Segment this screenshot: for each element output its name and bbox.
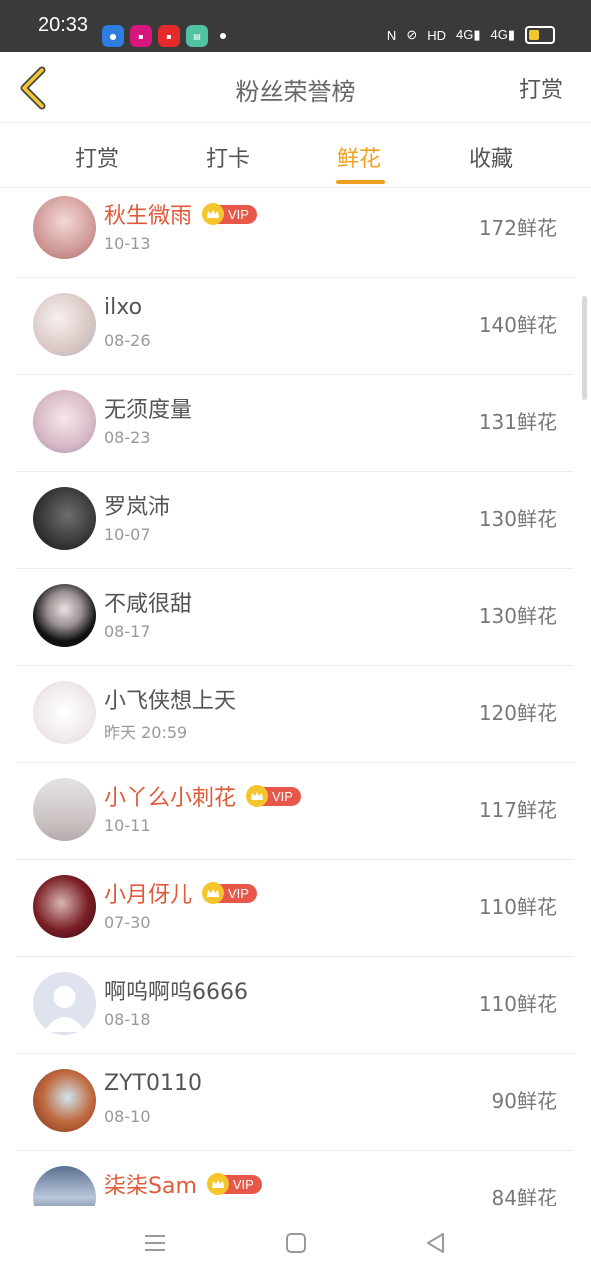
app-notification-icon: ▤ [186, 25, 208, 47]
list-item-date: 08-23 [104, 428, 151, 447]
user-name: 小月伢儿 VIP [104, 877, 257, 909]
user-name: 啊呜啊呜6666 [104, 980, 248, 1005]
avatar[interactable] [33, 487, 96, 550]
nfc-icon: N [386, 27, 397, 43]
flower-count: 130鲜花 [478, 507, 557, 531]
app-notification-icon: ▪ [158, 25, 180, 47]
list-item-date: 08-10 [104, 1107, 151, 1126]
tab-bar: 打赏 打卡 鲜花 收藏 [0, 123, 591, 188]
battery-icon [525, 26, 555, 44]
back-triangle-icon[interactable] [423, 1230, 449, 1256]
reward-button[interactable]: 打赏 [519, 72, 563, 104]
list-item[interactable]: 小月伢儿 VIP 07-30 110鲜花 [16, 859, 574, 957]
list-item[interactable]: ZYT0110 08-10 90鲜花 [16, 1053, 574, 1151]
avatar[interactable] [33, 1166, 96, 1206]
list-item-date: 10-13 [104, 234, 151, 253]
list-item[interactable]: ilxo 08-26 140鲜花 [16, 277, 574, 375]
user-name: ilxo [104, 295, 143, 320]
status-bar: 20:33 ● ▪ ▪ ▤ N ⊘ HD 4G▮ 4G▮ [0, 0, 591, 52]
tab-favorites[interactable]: 收藏 [469, 141, 513, 173]
menu-icon[interactable] [142, 1230, 168, 1256]
list-item-date: 10-11 [104, 816, 151, 835]
status-time: 20:33 [38, 14, 89, 36]
avatar[interactable] [33, 293, 96, 356]
home-icon[interactable] [283, 1230, 309, 1256]
signal-icon: 4G▮ [456, 27, 481, 42]
list-item-date: 08-17 [104, 622, 151, 641]
tab-flowers[interactable]: 鲜花 [337, 141, 381, 173]
avatar[interactable] [33, 681, 96, 744]
vip-badge: VIP [206, 1173, 262, 1195]
user-name: 小丫么小刺花 VIP [104, 780, 301, 812]
tab-reward[interactable]: 打赏 [75, 141, 119, 173]
vip-badge: VIP [202, 882, 257, 904]
user-name: 柒柒Sam VIP [104, 1168, 262, 1200]
user-name: 秋生微雨 VIP [104, 198, 257, 230]
status-indicators: N ⊘ HD 4G▮ 4G▮ [387, 26, 555, 44]
crown-icon [202, 203, 225, 225]
list-item-date: 08-26 [104, 331, 151, 350]
active-tab-indicator [336, 180, 385, 184]
user-name: 小飞侠想上天 [104, 689, 237, 714]
flower-count: 117鲜花 [478, 798, 557, 822]
flower-count: 90鲜花 [491, 1089, 557, 1113]
flower-count: 84鲜花 [491, 1186, 557, 1206]
avatar[interactable] [33, 584, 96, 647]
tab-checkin[interactable]: 打卡 [206, 141, 250, 173]
app-notification-icon: ● [102, 25, 124, 47]
list-item-date: 07-30 [104, 913, 151, 932]
user-name: 无须度量 [104, 398, 193, 423]
flower-count: 140鲜花 [478, 313, 557, 337]
avatar[interactable] [33, 875, 96, 938]
default-avatar-icon [43, 986, 86, 1032]
list-item[interactable]: 柒柒Sam VIP 84鲜花 [16, 1150, 574, 1206]
avatar[interactable] [33, 1069, 96, 1132]
flower-count: 172鲜花 [478, 216, 557, 240]
list-item-date: 10-07 [104, 525, 151, 544]
list-item-date: 昨天 20:59 [104, 723, 188, 742]
vip-badge: VIP [202, 203, 257, 225]
fan-ranking-list[interactable]: 秋生微雨 VIP 10-13 172鲜花 ilxo 08-26 140鲜花 无须… [0, 188, 591, 1206]
page-title: 粉丝荣誉榜 [235, 78, 356, 106]
list-item[interactable]: 不咸很甜 08-17 130鲜花 [16, 568, 574, 666]
list-item[interactable]: 无须度量 08-23 131鲜花 [16, 374, 574, 472]
more-notifications-icon [220, 33, 226, 39]
crown-icon [206, 1173, 229, 1195]
list-item[interactable]: 小丫么小刺花 VIP 10-11 117鲜花 [16, 762, 574, 860]
flower-count: 110鲜花 [478, 992, 557, 1016]
user-name: 不咸很甜 [104, 592, 193, 617]
flower-count: 130鲜花 [478, 604, 557, 628]
network-hd-label: HD [427, 27, 446, 43]
list-item-date: 08-18 [104, 1010, 151, 1029]
avatar[interactable] [33, 778, 96, 841]
system-nav-bar [0, 1206, 591, 1280]
list-item[interactable]: 小飞侠想上天 昨天 20:59 120鲜花 [16, 665, 574, 763]
status-app-icons: ● ▪ ▪ ▤ [102, 25, 226, 47]
app-notification-icon: ▪ [130, 25, 152, 47]
flower-count: 110鲜花 [478, 895, 557, 919]
vip-badge: VIP [246, 785, 301, 807]
avatar[interactable] [33, 972, 96, 1035]
flower-count: 131鲜花 [478, 410, 557, 434]
crown-icon [202, 882, 225, 904]
list-item[interactable]: 秋生微雨 VIP 10-13 172鲜花 [16, 188, 574, 278]
list-item[interactable]: 啊呜啊呜6666 08-18 110鲜花 [16, 956, 574, 1054]
vibrate-icon: ⊘ [406, 27, 418, 42]
crown-icon [246, 785, 269, 807]
flower-count: 120鲜花 [478, 701, 557, 725]
avatar[interactable] [33, 390, 96, 453]
list-item[interactable]: 罗岚沛 10-07 130鲜花 [16, 471, 574, 569]
nav-bar: 粉丝荣誉榜 打赏 [0, 52, 591, 123]
avatar[interactable] [33, 196, 96, 259]
scrollbar[interactable] [582, 296, 587, 400]
user-name: 罗岚沛 [104, 495, 171, 520]
signal-icon: 4G▮ [490, 27, 516, 42]
user-name: ZYT0110 [104, 1071, 202, 1096]
